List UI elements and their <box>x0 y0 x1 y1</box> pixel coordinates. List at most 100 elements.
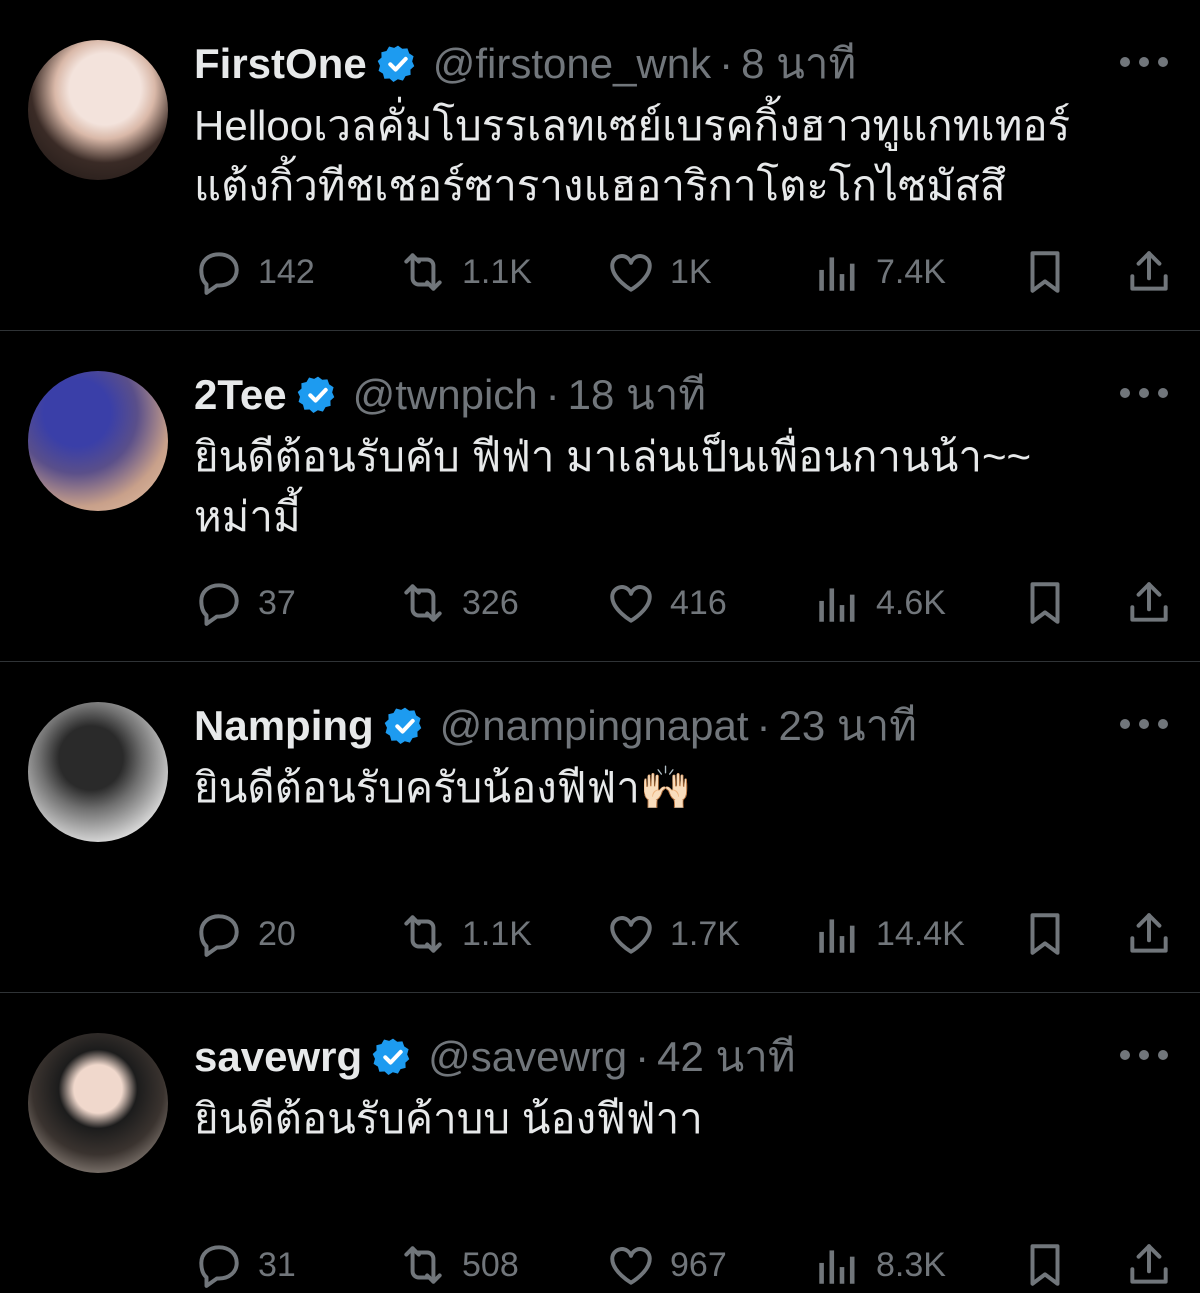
share-button[interactable] <box>1124 906 1174 962</box>
avatar[interactable] <box>28 40 168 180</box>
views-icon <box>812 1240 876 1290</box>
verified-badge-icon <box>384 705 426 747</box>
avatar[interactable] <box>28 371 168 511</box>
retweet-button[interactable]: 1.1K <box>398 906 532 962</box>
bookmark-button[interactable] <box>1020 906 1070 962</box>
tweet-text-line: ยินดีต้อนรับค้าบบ น้องฟีฟ่าา <box>194 1095 703 1142</box>
retweet-count: 326 <box>462 583 519 622</box>
avatar[interactable] <box>28 1033 168 1173</box>
timestamp[interactable]: 42 นาที <box>657 1024 795 1090</box>
share-icon <box>1124 578 1174 628</box>
more-dots-icon[interactable] <box>1120 706 1168 742</box>
share-icon <box>1124 909 1174 959</box>
tweet-text-line: ยินดีต้อนรับครับน้องฟีฟ่า🙌🏻 <box>194 764 693 811</box>
tweet-text-line: หม่ามี้ <box>194 493 301 540</box>
views-button[interactable]: 8.3K <box>812 1237 946 1293</box>
separator: · <box>756 702 771 749</box>
tweet[interactable]: savewrg @savewrg · 42 นาที ยินดีต้อนรับค… <box>0 993 1200 1288</box>
display-name[interactable]: savewrg <box>194 1033 362 1081</box>
reply-button[interactable]: 31 <box>194 1237 296 1293</box>
bookmark-button[interactable] <box>1020 244 1070 300</box>
separator: · <box>545 371 560 418</box>
user-handle[interactable]: @savewrg <box>428 1033 627 1081</box>
tweet-text-line: Hellooเวลคั่มโบรรเลทเซย์เบรคกิ้งฮาวทูแกท… <box>194 102 1071 149</box>
views-icon <box>812 247 876 297</box>
reply-icon <box>194 909 258 959</box>
tweet[interactable]: 2Tee @twnpich · 18 นาที ยินดีต้อนรับคับ … <box>0 331 1200 662</box>
reply-button[interactable]: 37 <box>194 575 296 631</box>
bookmark-icon <box>1020 247 1070 297</box>
reply-icon <box>194 1240 258 1290</box>
bookmark-button[interactable] <box>1020 1237 1070 1293</box>
separator: · <box>635 1033 650 1080</box>
retweet-count: 1.1K <box>462 252 532 291</box>
display-name[interactable]: Namping <box>194 702 374 750</box>
share-icon <box>1124 247 1174 297</box>
like-count: 416 <box>670 583 727 622</box>
reply-count: 20 <box>258 914 296 953</box>
views-count: 7.4K <box>876 252 946 291</box>
user-handle[interactable]: @firstone_wnk <box>433 40 711 88</box>
more-dots-icon[interactable] <box>1120 375 1168 411</box>
bookmark-icon <box>1020 1240 1070 1290</box>
bookmark-icon <box>1020 909 1070 959</box>
tweet-actions: 31 508 967 8.3K <box>194 1237 1170 1293</box>
reply-count: 37 <box>258 583 296 622</box>
reply-icon <box>194 578 258 628</box>
timestamp[interactable]: 8 นาที <box>741 31 856 97</box>
share-button[interactable] <box>1124 1237 1174 1293</box>
reply-button[interactable]: 20 <box>194 906 296 962</box>
more-dots-icon[interactable] <box>1120 44 1168 80</box>
share-button[interactable] <box>1124 244 1174 300</box>
retweet-icon <box>398 909 462 959</box>
retweet-button[interactable]: 508 <box>398 1237 519 1293</box>
timestamp[interactable]: 23 นาที <box>779 693 917 759</box>
reply-button[interactable]: 142 <box>194 244 315 300</box>
tweet[interactable]: Namping @nampingnapat · 23 นาที ยินดีต้อ… <box>0 662 1200 993</box>
reply-count: 142 <box>258 252 315 291</box>
views-button[interactable]: 7.4K <box>812 244 946 300</box>
tweet-header: FirstOne @firstone_wnk · 8 นาที <box>194 36 1100 92</box>
share-button[interactable] <box>1124 575 1174 631</box>
like-count: 1K <box>670 252 712 291</box>
display-name[interactable]: 2Tee <box>194 371 287 419</box>
views-button[interactable]: 14.4K <box>812 906 965 962</box>
like-count: 1.7K <box>670 914 740 953</box>
retweet-icon <box>398 578 462 628</box>
user-handle[interactable]: @twnpich <box>353 371 538 419</box>
verified-badge-icon <box>377 43 419 85</box>
tweet-text: ยินดีต้อนรับค้าบบ น้องฟีฟ่าา <box>194 1089 1160 1149</box>
retweet-button[interactable]: 326 <box>398 575 519 631</box>
timestamp[interactable]: 18 นาที <box>568 362 706 428</box>
share-icon <box>1124 1240 1174 1290</box>
views-icon <box>812 578 876 628</box>
verified-badge-icon <box>297 374 339 416</box>
like-button[interactable]: 1K <box>606 244 712 300</box>
retweet-count: 508 <box>462 1245 519 1284</box>
tweet-actions: 20 1.1K 1.7K 14.4K <box>194 906 1170 962</box>
like-button[interactable]: 1.7K <box>606 906 740 962</box>
verified-badge-icon <box>372 1036 414 1078</box>
display-name[interactable]: FirstOne <box>194 40 367 88</box>
retweet-icon <box>398 247 462 297</box>
bookmark-icon <box>1020 578 1070 628</box>
views-button[interactable]: 4.6K <box>812 575 946 631</box>
like-button[interactable]: 416 <box>606 575 727 631</box>
tweet[interactable]: FirstOne @firstone_wnk · 8 นาที Hellooเว… <box>0 0 1200 331</box>
tweet-text-line: แต้งกิ้วทีชเชอร์ซารางแฮอาริกาโตะโกไซมัสส… <box>194 162 1006 209</box>
views-icon <box>812 909 876 959</box>
views-count: 4.6K <box>876 583 946 622</box>
tweet-feed: FirstOne @firstone_wnk · 8 นาที Hellooเว… <box>0 0 1200 1288</box>
retweet-button[interactable]: 1.1K <box>398 244 532 300</box>
heart-icon <box>606 1240 670 1290</box>
more-dots-icon[interactable] <box>1120 1037 1168 1073</box>
tweet-header: 2Tee @twnpich · 18 นาที <box>194 367 1100 423</box>
retweet-icon <box>398 1240 462 1290</box>
tweet-text: ยินดีต้อนรับครับน้องฟีฟ่า🙌🏻 <box>194 758 1160 818</box>
bookmark-button[interactable] <box>1020 575 1070 631</box>
like-button[interactable]: 967 <box>606 1237 727 1293</box>
tweet-text: Hellooเวลคั่มโบรรเลทเซย์เบรคกิ้งฮาวทูแกท… <box>194 96 1160 216</box>
avatar[interactable] <box>28 702 168 842</box>
user-handle[interactable]: @nampingnapat <box>440 702 749 750</box>
tweet-text: ยินดีต้อนรับคับ ฟีฟ่า มาเล่นเป็นเพื่อนกา… <box>194 427 1160 547</box>
